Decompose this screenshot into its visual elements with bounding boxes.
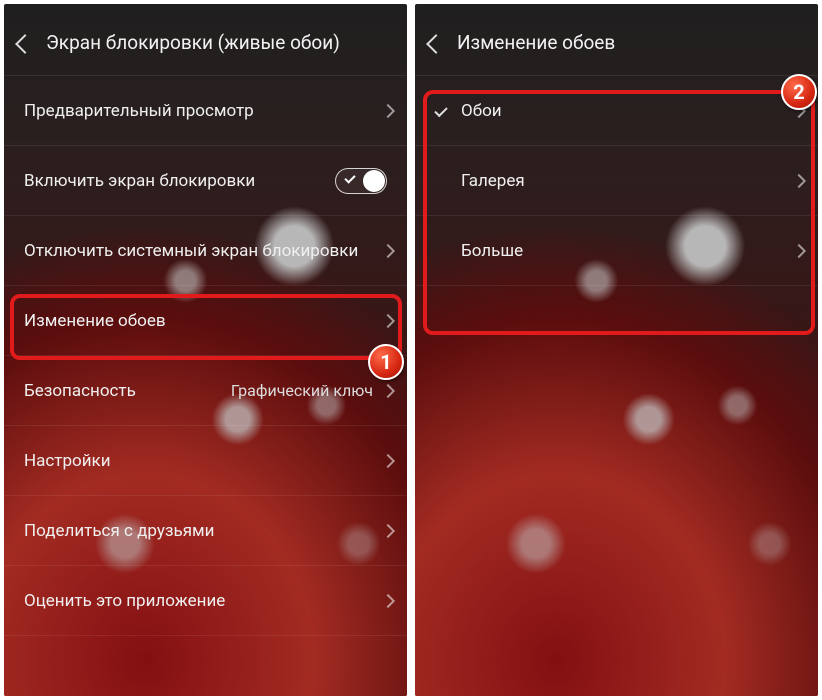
row-value: Графический ключ: [231, 381, 373, 400]
screen-content: Экран блокировки (живые обои) Предварите…: [4, 4, 407, 636]
row-label: Изменение обоев: [24, 311, 166, 331]
row-label: Галерея: [461, 171, 525, 191]
page-title: Изменение обоев: [457, 31, 615, 54]
badge-number: 2: [793, 80, 804, 104]
row-label: Оценить это приложение: [24, 591, 225, 611]
row-label: Настройки: [24, 451, 111, 471]
chevron-right-icon: [381, 103, 395, 117]
screenshot-left: Экран блокировки (живые обои) Предварите…: [4, 4, 407, 696]
row-label: Безопасность: [24, 381, 136, 401]
toggle-knob: [363, 170, 385, 192]
page-title: Экран блокировки (живые обои): [46, 31, 340, 54]
row-label: Поделиться с друзьями: [24, 521, 214, 541]
row-rate-app[interactable]: Оценить это приложение: [4, 566, 407, 636]
back-icon[interactable]: [15, 34, 35, 54]
screenshot-right: Изменение обоев Обои Галерея Больше 2: [415, 4, 818, 696]
annotation-badge-1: 1: [368, 344, 404, 380]
toggle-switch-on[interactable]: [335, 168, 387, 194]
row-label: Больше: [461, 241, 523, 261]
row-share[interactable]: Поделиться с друзьями: [4, 496, 407, 566]
row-enable-lockscreen[interactable]: Включить экран блокировки: [4, 146, 407, 216]
check-icon: [434, 104, 447, 117]
chevron-right-icon: [792, 173, 806, 187]
header-bar: Изменение обоев: [415, 4, 818, 76]
row-label: Предварительный просмотр: [24, 101, 254, 121]
check-icon: [344, 172, 355, 183]
row-gallery[interactable]: Галерея: [415, 146, 818, 216]
row-settings[interactable]: Настройки: [4, 426, 407, 496]
back-icon[interactable]: [426, 34, 446, 54]
chevron-right-icon: [381, 523, 395, 537]
row-change-wallpaper[interactable]: Изменение обоев: [4, 286, 407, 356]
row-wallpapers[interactable]: Обои: [415, 76, 818, 146]
chevron-right-icon: [381, 243, 395, 257]
annotation-badge-2: 2: [781, 74, 817, 110]
chevron-right-icon: [381, 593, 395, 607]
chevron-right-icon: [381, 453, 395, 467]
row-preview[interactable]: Предварительный просмотр: [4, 76, 407, 146]
row-more[interactable]: Больше: [415, 216, 818, 286]
row-left: Обои: [435, 101, 502, 121]
row-label: Обои: [461, 101, 502, 121]
header-bar: Экран блокировки (живые обои): [4, 4, 407, 76]
row-disable-system-lock[interactable]: Отключить системный экран блокировки: [4, 216, 407, 286]
screen-content: Изменение обоев Обои Галерея Больше: [415, 4, 818, 286]
chevron-right-icon: [381, 313, 395, 327]
row-label: Включить экран блокировки: [24, 171, 255, 191]
chevron-right-icon: [792, 243, 806, 257]
chevron-right-icon: [381, 383, 395, 397]
row-security[interactable]: Безопасность Графический ключ: [4, 356, 407, 426]
badge-number: 1: [380, 350, 391, 374]
row-label: Отключить системный экран блокировки: [24, 241, 358, 261]
